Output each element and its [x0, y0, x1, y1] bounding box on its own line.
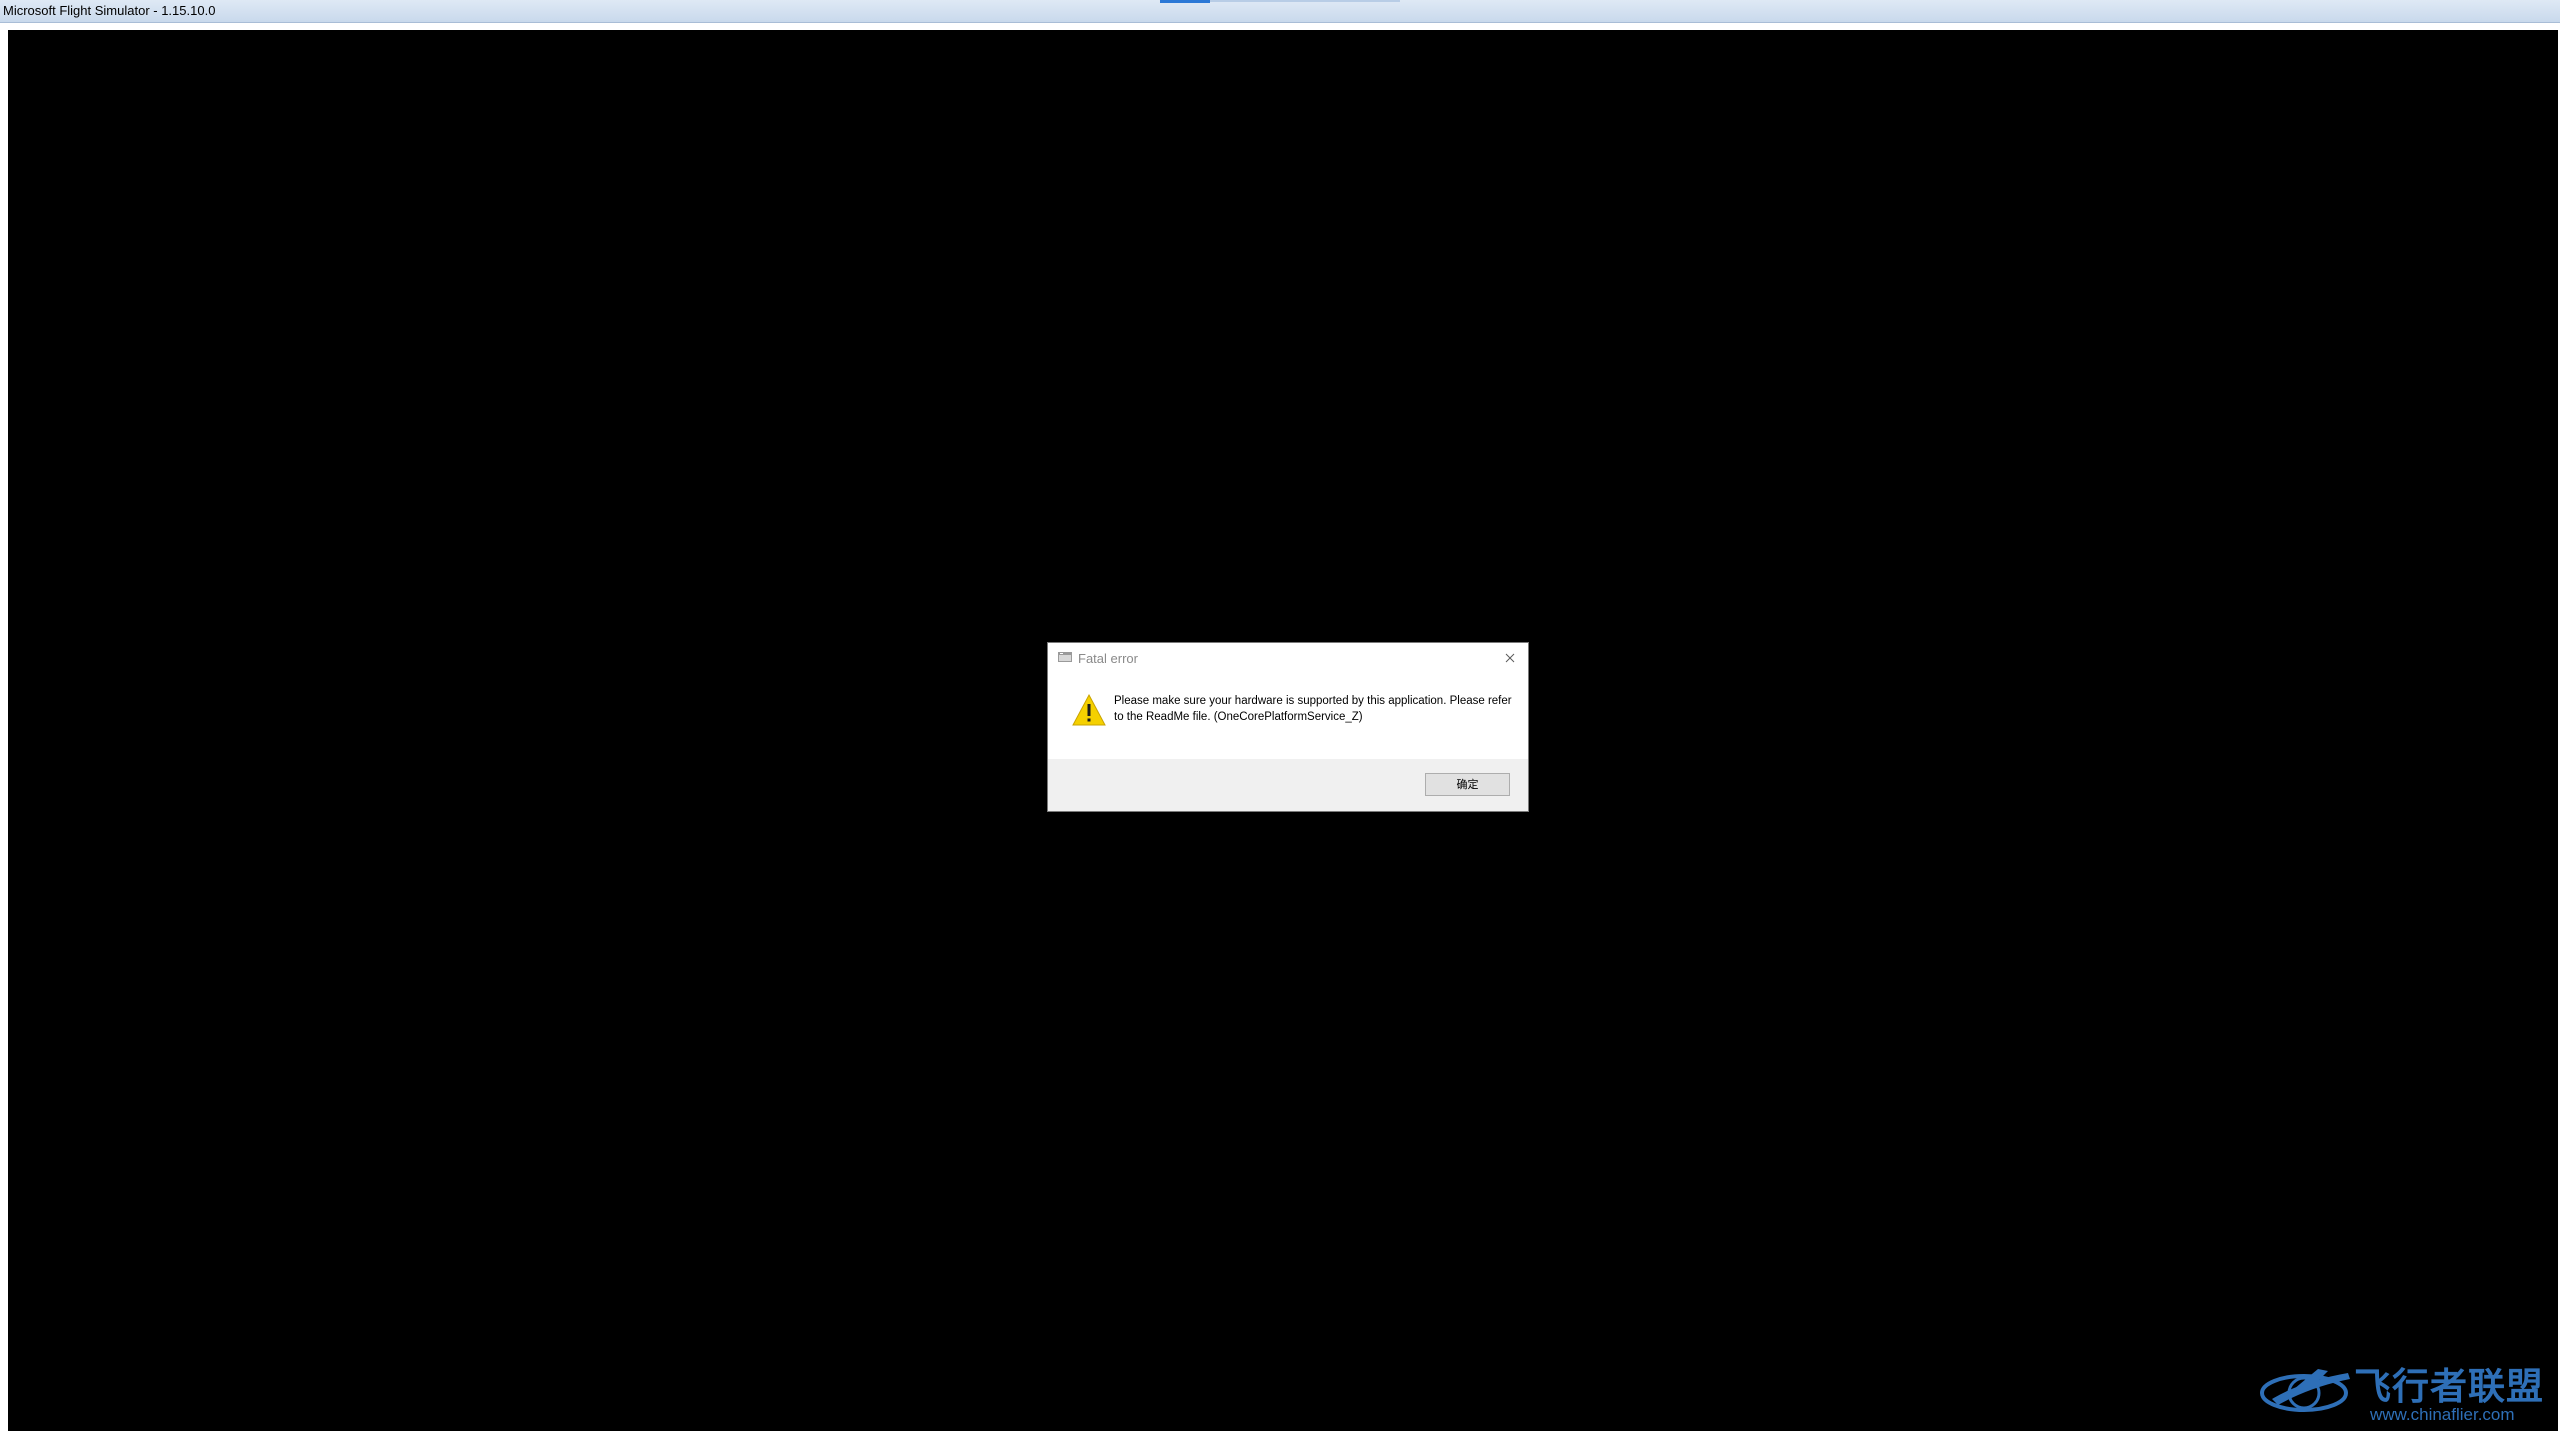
- window-title-bar[interactable]: Microsoft Flight Simulator - 1.15.10.0: [0, 0, 2560, 23]
- ok-button[interactable]: 确定: [1425, 773, 1510, 796]
- fatal-error-dialog: Fatal error Please make sure your hardwa…: [1047, 642, 1529, 812]
- dialog-body: Please make sure your hardware is suppor…: [1048, 673, 1528, 759]
- plane-logo-icon: [2260, 1369, 2350, 1412]
- watermark-name: 飞行者联盟: [2354, 1365, 2544, 1408]
- warning-icon: [1072, 693, 1106, 726]
- close-icon[interactable]: [1498, 646, 1522, 670]
- title-bar-strip: [1210, 0, 1400, 2]
- dialog-title: Fatal error: [1078, 651, 1138, 666]
- chinaflier-watermark: 飞行者联盟 www.chinaflier.com: [2258, 1355, 2558, 1427]
- error-message: Please make sure your hardware is suppor…: [1114, 695, 1512, 723]
- app-icon: [1058, 652, 1072, 662]
- flight-simulator-window: Microsoft Flight Simulator - 1.15.10.0 F…: [0, 0, 2560, 1440]
- title-bar-accent: [1160, 0, 1210, 3]
- window-title: Microsoft Flight Simulator - 1.15.10.0: [3, 3, 216, 18]
- dialog-footer: 确定: [1048, 759, 1528, 811]
- dialog-title-bar[interactable]: Fatal error: [1048, 643, 1528, 673]
- watermark-url: www.chinaflier.com: [2370, 1405, 2515, 1424]
